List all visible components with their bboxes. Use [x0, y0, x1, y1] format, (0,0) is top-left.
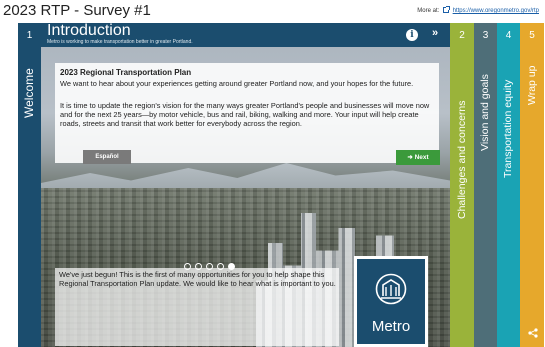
double-chevron-right-icon[interactable]: » [432, 27, 438, 39]
step-number: 4 [505, 30, 512, 41]
step-label: Vision and goals [479, 74, 491, 151]
page-subtitle: Metro is working to make transportation … [47, 39, 193, 45]
survey-frame: 1 Welcome Introduction Metro is working … [18, 23, 544, 347]
step-number: 5 [529, 30, 535, 41]
more-at: More at: https://www.oregonmetro.gov/rtp [417, 6, 539, 14]
share-icon[interactable] [528, 328, 538, 338]
intro-paragraph-1: We want to hear about your experiences g… [60, 79, 414, 88]
step-number: 1 [26, 30, 33, 41]
begun-card: We've just begun! This is the first of m… [55, 268, 339, 346]
step-welcome[interactable]: 1 Welcome [18, 23, 41, 347]
step-label: Welcome [22, 68, 36, 118]
step-vision-and-goals[interactable]: 3 Vision and goals [474, 23, 497, 347]
rtp-website-link[interactable]: https://www.oregonmetro.gov/rtp [453, 8, 539, 14]
next-button[interactable]: ➜ Next [396, 150, 440, 165]
step-label: Challenges and concerns [456, 100, 468, 220]
top-bar: 2023 RTP - Survey #1 More at: https://ww… [0, 0, 545, 22]
begun-text: We've just begun! This is the first of m… [59, 270, 336, 289]
info-icon[interactable]: i [406, 29, 418, 41]
intro-card: 2023 Regional Transportation Plan We wan… [55, 63, 439, 163]
carousel-dots [184, 257, 239, 270]
page-title: Introduction [47, 23, 131, 39]
intro-stage: Introduction Metro is working to make tr… [41, 23, 450, 347]
step-label: Transportation equity [502, 79, 514, 178]
step-number: 3 [482, 30, 489, 41]
metro-wordmark: Metro [371, 318, 411, 335]
more-at-label: More at: [417, 8, 440, 14]
stage-header: Introduction Metro is working to make tr… [41, 23, 450, 47]
step-transportation-equity[interactable]: 4 Transportation equity [497, 23, 520, 347]
intro-paragraph-2: It is time to update the region's vision… [60, 101, 430, 129]
step-challenges-and-concerns[interactable]: 2 Challenges and concerns [450, 23, 474, 347]
step-wrap-up[interactable]: 5 Wrap up [520, 23, 544, 347]
metro-logo: Metro [354, 256, 428, 347]
step-number: 2 [459, 30, 465, 41]
app-title: 2023 RTP - Survey #1 [3, 2, 151, 19]
metro-building-icon [375, 273, 407, 305]
espanol-button[interactable]: Español [83, 150, 131, 164]
external-link-icon [442, 6, 450, 13]
step-label: Wrap up [526, 65, 538, 106]
intro-heading: 2023 Regional Transportation Plan [60, 68, 192, 77]
